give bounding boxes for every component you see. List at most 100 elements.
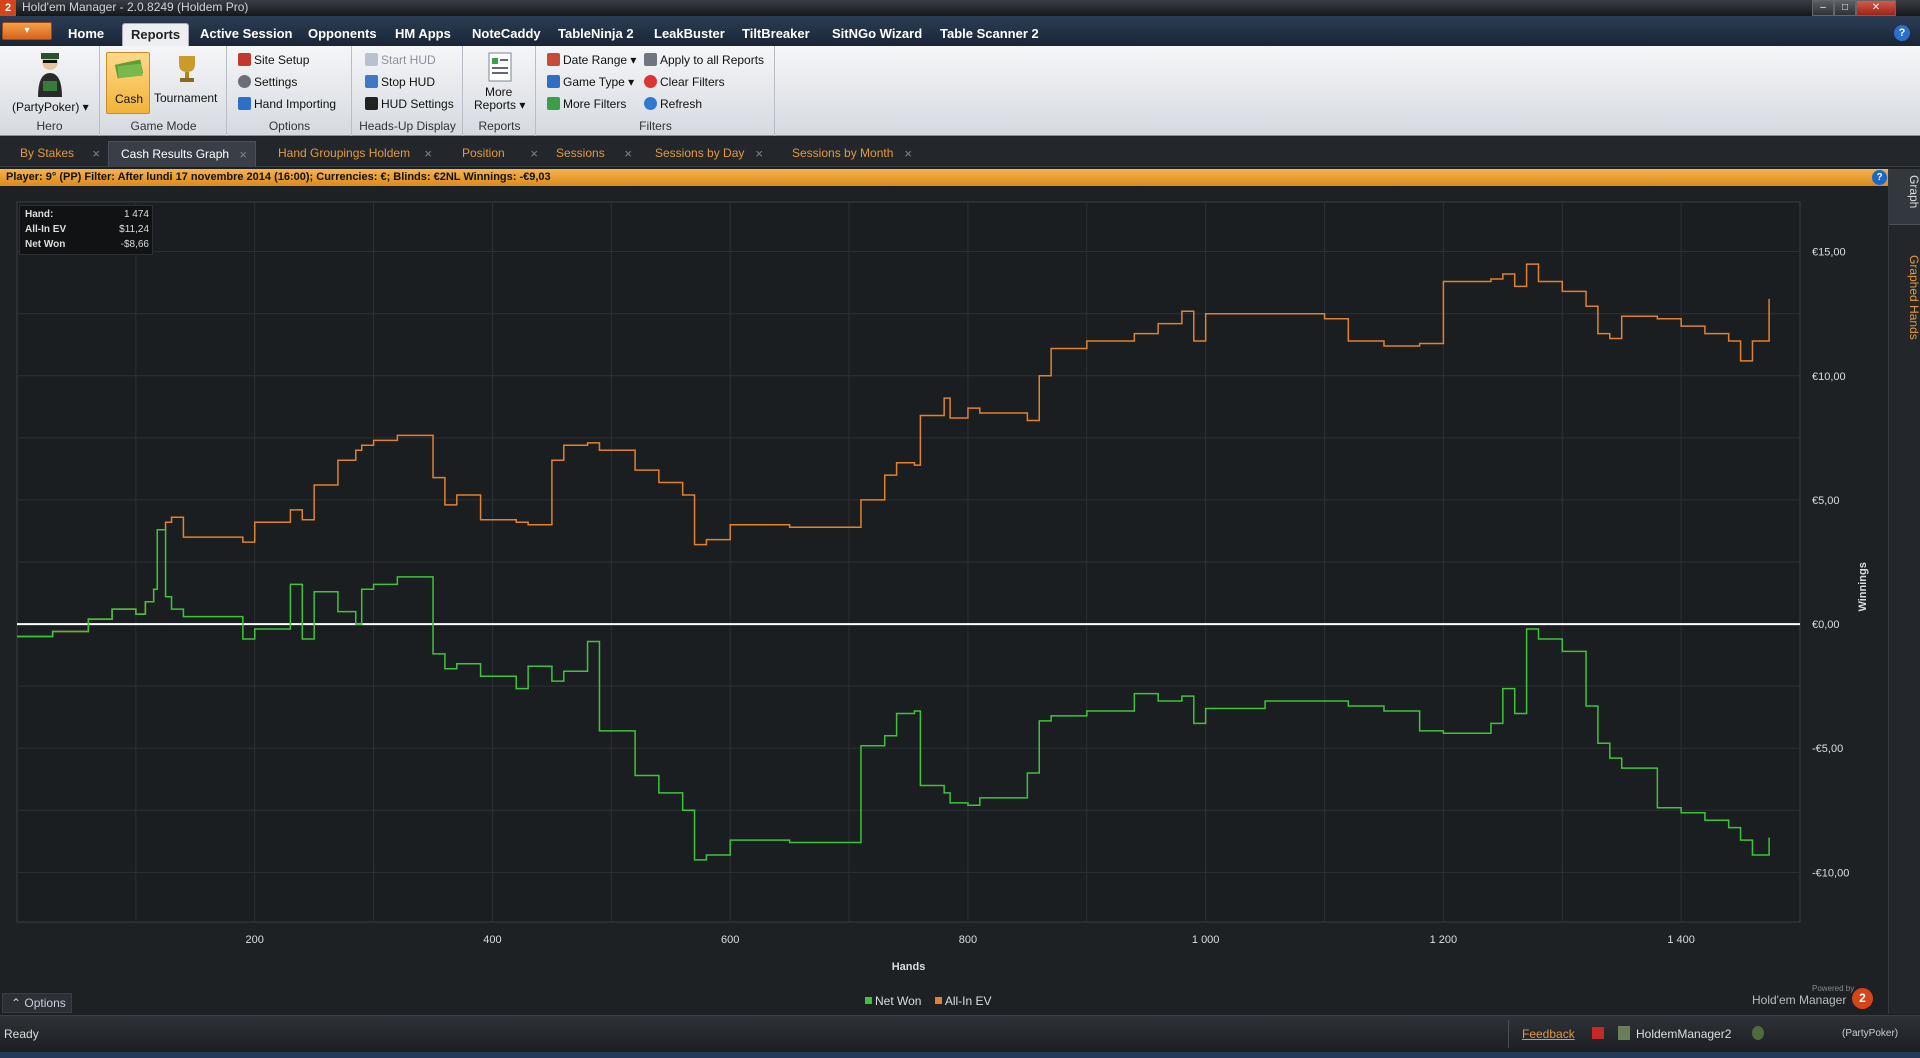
- status-text: Ready: [4, 1027, 39, 1041]
- x-tick-label: 1 200: [1430, 934, 1458, 946]
- ribbon-group-hud: Start HUD Stop HUD HUD Settings Heads-Up…: [353, 46, 463, 136]
- menu-tab-active-session[interactable]: Active Session: [192, 23, 301, 46]
- hero-selector[interactable]: (PartyPoker) ▾: [12, 99, 89, 117]
- site-setup-button[interactable]: Site Setup: [238, 52, 309, 70]
- y-tick-label: €0,00: [1812, 619, 1840, 631]
- import-arrow-icon: [238, 97, 251, 110]
- x-axis-label: Hands: [892, 961, 926, 973]
- clear-icon: [644, 75, 657, 88]
- more-reports-label-2: Reports ▾: [474, 98, 526, 112]
- tab-sessions-by-day[interactable]: Sessions by Day ×: [643, 141, 771, 167]
- close-icon[interactable]: ✕: [1856, 0, 1896, 16]
- help-icon[interactable]: ?: [1872, 170, 1887, 185]
- menu-tab-notecaddy[interactable]: NoteCaddy: [464, 23, 549, 46]
- tab-hand-groupings[interactable]: Hand Groupings Holdem ×: [266, 141, 440, 167]
- stop-icon: [365, 75, 378, 88]
- close-icon[interactable]: ×: [624, 141, 632, 166]
- more-reports-button[interactable]: More Reports ▾: [472, 50, 528, 116]
- help-icon[interactable]: ?: [1894, 25, 1910, 41]
- tab-position[interactable]: Position ×: [450, 141, 546, 167]
- window-title: Hold'em Manager - 2.0.8249 (Holdem Pro): [22, 0, 249, 14]
- menu-tab-table-scanner[interactable]: Table Scanner 2: [932, 23, 1047, 46]
- group-label: Filters: [639, 119, 672, 133]
- group-label: Reports: [478, 119, 521, 133]
- hand-value: 1 474: [123, 209, 149, 220]
- hero-icon: [1752, 1026, 1764, 1040]
- tab-graph[interactable]: Graph: [1889, 169, 1920, 225]
- minimize-button[interactable]: –: [1812, 0, 1834, 16]
- refresh-button[interactable]: Refresh: [644, 96, 702, 114]
- legend-all-in-ev: All-In EV: [944, 994, 992, 1008]
- menu-tab-reports[interactable]: Reports: [122, 23, 190, 46]
- y-axis-ticks: €15,00 €10,00 €5,00 €0,00 -€5,00 -€10,00: [1812, 247, 1849, 880]
- more-filters-button[interactable]: More Filters: [547, 96, 626, 114]
- refresh-icon: [644, 97, 657, 110]
- close-icon[interactable]: ×: [92, 141, 100, 166]
- cash-results-chart: €15,00 €10,00 €5,00 €0,00 -€5,00 -€10,00 200 4…: [0, 187, 1888, 995]
- close-icon[interactable]: ×: [904, 141, 912, 166]
- close-icon[interactable]: ×: [530, 141, 538, 166]
- date-range-button[interactable]: Date Range ▾: [547, 52, 636, 70]
- y-tick-label: €5,00: [1812, 495, 1840, 507]
- start-hud-button[interactable]: Start HUD: [365, 52, 436, 70]
- cash-button[interactable]: Cash: [106, 52, 150, 114]
- tab-by-stakes[interactable]: By Stakes ×: [8, 141, 108, 167]
- chevron-up-icon: ⌃: [11, 996, 25, 1010]
- app-logo-icon: 2: [0, 0, 16, 16]
- report-tabs: By Stakes × Cash Results Graph × Hand Grou…: [0, 137, 1920, 167]
- cash-label: Cash: [115, 92, 144, 106]
- cash-icon: [114, 59, 144, 79]
- feedback-link[interactable]: Feedback: [1522, 1027, 1575, 1041]
- tournament-button[interactable]: Tournament: [153, 52, 223, 114]
- app-menu-button[interactable]: ▾: [2, 22, 52, 40]
- legend-swatch-all-in-ev: [934, 997, 942, 1004]
- avatar[interactable]: [34, 51, 66, 97]
- settings-button[interactable]: Settings: [238, 74, 297, 92]
- tab-cash-results-graph[interactable]: Cash Results Graph ×: [108, 141, 256, 167]
- tournament-label: Tournament: [154, 91, 218, 105]
- gear-icon: [238, 75, 251, 88]
- x-axis-ticks: 200 400 600 800 1 000 1 200 1 400: [246, 934, 1695, 946]
- tab-graphed-hands[interactable]: Graphed Hands: [1889, 249, 1920, 359]
- options-button[interactable]: ⌃ Options: [2, 993, 72, 1013]
- hand-importing-button[interactable]: Hand Importing: [238, 96, 336, 114]
- x-tick-label: 1 400: [1667, 934, 1695, 946]
- menu-tab-tiltbreaker[interactable]: TiltBreaker: [734, 23, 818, 46]
- hud-settings-button[interactable]: HUD Settings: [365, 96, 454, 114]
- chart-svg: €15,00 €10,00 €5,00 €0,00 -€5,00 -€10,00 200 4…: [16, 201, 1869, 973]
- hm2-icon: [1618, 1026, 1630, 1040]
- tab-sessions[interactable]: Sessions ×: [544, 141, 640, 167]
- menu-tab-home[interactable]: Home: [60, 23, 112, 46]
- menu-tab-hm-apps[interactable]: HM Apps: [387, 23, 459, 46]
- stop-hud-button[interactable]: Stop HUD: [365, 74, 435, 92]
- ev-label: All-In EV: [25, 224, 67, 235]
- site-name: (PartyPoker): [1842, 1028, 1899, 1039]
- tab-sessions-by-month[interactable]: Sessions by Month ×: [780, 141, 920, 167]
- ribbon-group-options: Site Setup Settings Hand Importing Optio…: [228, 46, 352, 136]
- apply-all-reports-button[interactable]: Apply to all Reports: [644, 52, 764, 70]
- group-label: Hero: [36, 119, 63, 133]
- y-tick-label: €10,00: [1812, 371, 1846, 383]
- app-name: HoldemManager2: [1636, 1027, 1732, 1041]
- ribbon-group-hero: (PartyPoker) ▾ Hero: [0, 46, 100, 136]
- y-axis-label: Winnings: [1857, 562, 1869, 611]
- filter-icon: [547, 97, 560, 110]
- legend-swatch-net-won: [865, 997, 872, 1004]
- clear-filters-button[interactable]: Clear Filters: [644, 74, 725, 92]
- flag-icon[interactable]: [1592, 1027, 1604, 1039]
- group-label: Heads-Up Display: [359, 119, 456, 133]
- menu-tab-opponents[interactable]: Opponents: [300, 23, 385, 46]
- ribbon-group-reports: More Reports ▾ Reports: [464, 46, 536, 136]
- menu-tab-sitngo-wizard[interactable]: SitNGo Wizard: [824, 23, 930, 46]
- chart-legend: Net Won All-In EV: [865, 994, 992, 1008]
- menu-tab-leakbuster[interactable]: LeakBuster: [646, 23, 733, 46]
- game-type-button[interactable]: Game Type ▾: [547, 74, 634, 92]
- x-tick-label: 800: [959, 934, 977, 946]
- close-icon[interactable]: ×: [755, 141, 763, 166]
- x-tick-label: 200: [246, 934, 264, 946]
- close-icon[interactable]: ×: [424, 141, 432, 166]
- powered-by-logo: Powered by Hold'em Manager 2: [1752, 984, 1877, 1010]
- maximize-button[interactable]: □: [1834, 0, 1856, 16]
- close-icon[interactable]: ×: [239, 142, 247, 167]
- menu-tab-tableninja[interactable]: TableNinja 2: [550, 23, 642, 46]
